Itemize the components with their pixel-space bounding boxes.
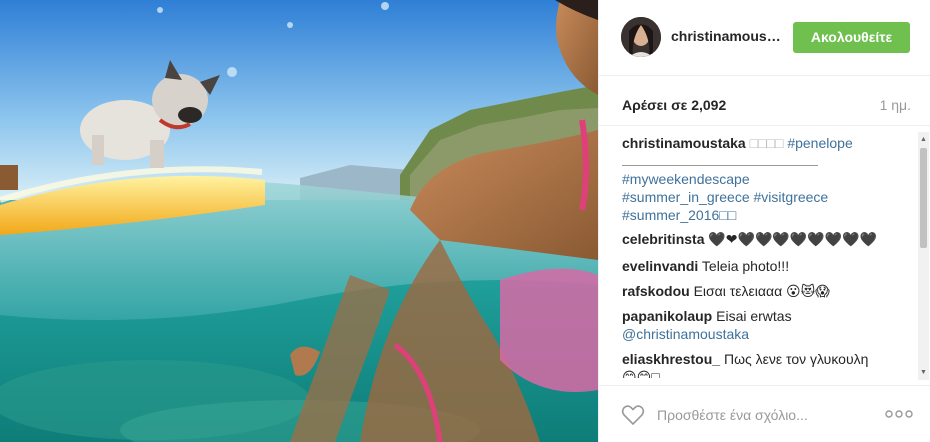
mention-line: @christinamoustaka [622,325,912,343]
comment-username[interactable]: celebritinsta [622,231,704,247]
comment-username[interactable]: papanikolaup [622,308,712,324]
post-time: 1 ημ. [879,97,911,113]
comment-input[interactable] [657,404,867,426]
scroll-down-arrow-icon[interactable]: ▼ [919,368,928,377]
list-item: celebritinsta 🖤❤🖤🖤🖤🖤🖤🖤🖤🖤 [622,230,912,248]
post-side-panel: christinamous… Ακολουθείτε Αρέσει σε 2,0… [598,0,930,442]
hashtag-link[interactable]: #myweekendescape [622,171,750,187]
heart-outline-icon[interactable] [621,404,645,426]
caption-line: #summer_2016□□ [622,206,912,224]
comment-continuation: 😊😊□ [622,368,912,378]
caption-glyphs: □□□□ [749,135,784,151]
scroll-up-arrow-icon[interactable]: ▲ [919,135,928,144]
hashtag-link[interactable]: #summer_in_greece #visitgreece [622,189,828,205]
caption-divider [622,165,818,166]
caption-line: #summer_in_greece #visitgreece [622,188,912,206]
comment-text: Εισαι τελειααα 😮😻😱 [693,283,830,299]
post-stats: Αρέσει σε 2,092 1 ημ. [599,76,930,126]
likes-count[interactable]: Αρέσει σε 2,092 [622,97,726,113]
username[interactable]: christinamous… [671,28,781,44]
comment-text: 🖤❤🖤🖤🖤🖤🖤🖤🖤🖤 [708,231,877,247]
caption: christinamoustaka □□□□ #penelope [622,134,912,152]
comment-footer [599,385,930,442]
avatar[interactable] [621,17,661,57]
hashtag-link[interactable]: #summer_2016□□ [622,207,736,223]
list-item: evelinvandi Teleia photo!!! [622,257,912,275]
comment-text: 😊😊□ [622,369,660,378]
list-item: eliaskhrestou_ Πως λενε τον γλυκουλη [622,350,912,368]
post-header: christinamous… Ακολουθείτε [599,0,930,76]
comment-text: Teleia photo!!! [701,258,790,274]
comment-username[interactable]: rafskodou [622,283,690,299]
comment-username[interactable]: evelinvandi [622,258,698,274]
comment-text: Eisai erwtas [716,308,792,324]
more-dots-icon[interactable] [885,407,913,421]
list-item: rafskodou Εισαι τελειααα 😮😻😱 [622,282,912,300]
caption-line: #myweekendescape [622,170,912,188]
hashtag-link[interactable]: #penelope [787,135,852,151]
following-button[interactable]: Ακολουθείτε [793,22,910,53]
scrollbar-thumb[interactable] [920,148,927,248]
list-item: papanikolaup Eisai erwtas [622,307,912,325]
comments-list[interactable]: christinamoustaka □□□□ #penelope #myweek… [599,126,930,378]
mention-link[interactable]: @christinamoustaka [622,326,749,342]
caption-username[interactable]: christinamoustaka [622,135,746,151]
comment-username[interactable]: eliaskhrestou_ [622,351,720,367]
comment-text: Πως λενε τον γλυκουλη [723,351,869,367]
post-photo[interactable] [0,0,598,442]
